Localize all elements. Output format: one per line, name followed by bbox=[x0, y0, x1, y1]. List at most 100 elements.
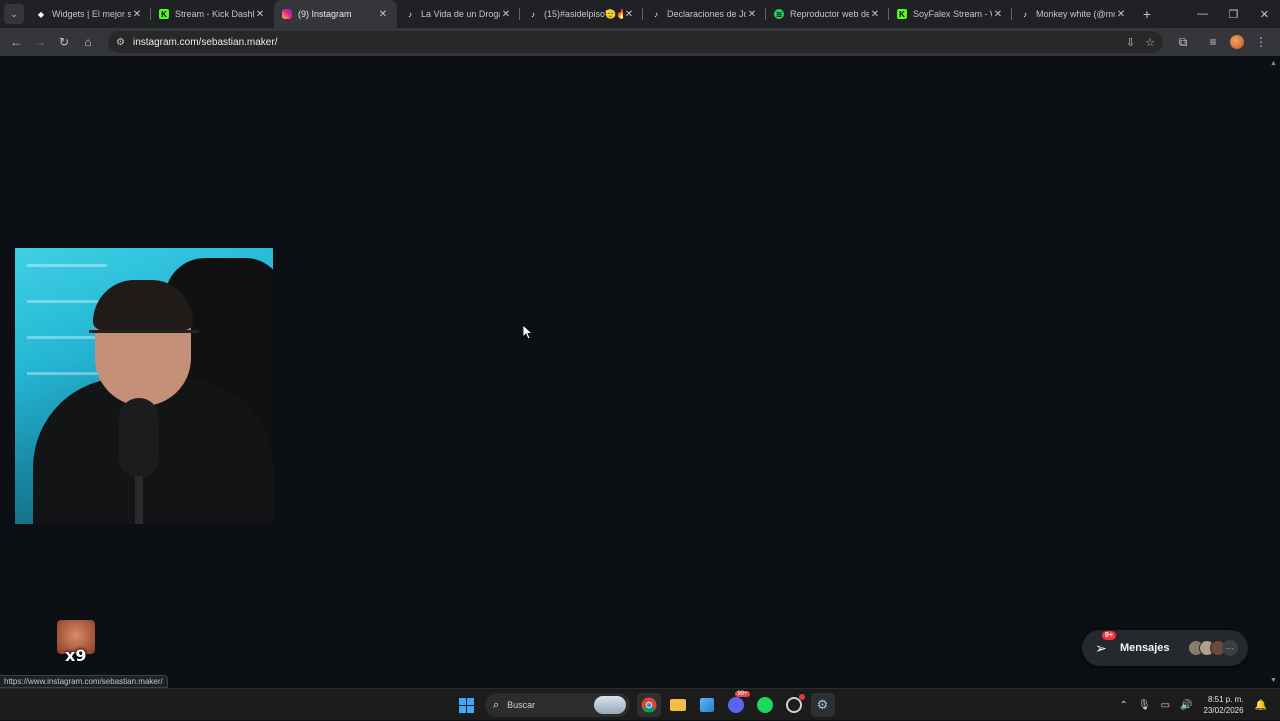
webcam-overlay bbox=[15, 248, 273, 524]
new-tab-button[interactable]: + bbox=[1137, 0, 1157, 28]
tab-instagram[interactable]: (9) Instagram ✕ bbox=[274, 0, 397, 28]
scroll-up-icon[interactable]: ▲ bbox=[1270, 60, 1277, 67]
status-bar-link: https://www.instagram.com/sebastian.make… bbox=[0, 675, 168, 688]
close-icon[interactable]: ✕ bbox=[1115, 9, 1127, 20]
tab-search-button[interactable]: ⌄ bbox=[4, 4, 24, 24]
search-icon: ⌕ bbox=[493, 699, 499, 712]
network-icon[interactable]: ▭ bbox=[1161, 700, 1170, 711]
address-bar[interactable]: ⚙ instagram.com/sebastian.maker/ ⇩ ☆ bbox=[108, 31, 1163, 53]
arrow-left-icon: ← bbox=[10, 35, 22, 49]
windows-taskbar: ⌕ Buscar 99+ bbox=[0, 688, 1280, 720]
volume-icon[interactable]: 🔊 bbox=[1180, 700, 1192, 711]
close-window-icon[interactable]: ✕ bbox=[1249, 0, 1280, 28]
notifications-icon[interactable]: 🔔 bbox=[1255, 700, 1267, 711]
queue-music-icon: ≡ bbox=[1209, 35, 1216, 49]
home-icon: ⌂ bbox=[84, 35, 91, 49]
forward-button[interactable]: → bbox=[28, 30, 52, 54]
discord-icon bbox=[728, 697, 744, 713]
back-button[interactable]: ← bbox=[4, 30, 28, 54]
tab-title: La Vida de un Drogad bbox=[421, 9, 500, 19]
microphone-icon[interactable]: 🎙 bbox=[1138, 700, 1151, 711]
reload-button[interactable]: ↻ bbox=[52, 30, 76, 54]
tab-kick-stream[interactable]: K SoyFalex Stream - W ✕ bbox=[889, 0, 1012, 28]
tab-tiktok-1[interactable]: ♪ La Vida de un Drogad ✕ bbox=[397, 0, 520, 28]
profile-button[interactable] bbox=[1225, 30, 1249, 54]
bookmark-star-icon[interactable]: ☆ bbox=[1145, 36, 1155, 49]
site-info-icon[interactable]: ⚙ bbox=[116, 37, 125, 48]
more-icon: ··· bbox=[1222, 640, 1238, 656]
close-icon[interactable]: ✕ bbox=[500, 9, 512, 20]
avatar bbox=[1230, 35, 1244, 49]
taskbar-search[interactable]: ⌕ Buscar bbox=[485, 693, 630, 717]
recording-dot-icon bbox=[799, 694, 805, 700]
tab-strip: ⌄ ◆ Widgets | El mejor so ✕ K Stream - K… bbox=[0, 0, 1280, 28]
close-icon[interactable]: ✕ bbox=[992, 9, 1004, 20]
weather-widget-icon bbox=[594, 696, 626, 714]
cursor-arrow-icon bbox=[523, 325, 533, 340]
tab-tiktok-3[interactable]: ♪ Declaraciones de Jos ✕ bbox=[643, 0, 766, 28]
tab-spotify[interactable]: ≋ Reproductor web de ✕ bbox=[766, 0, 889, 28]
close-icon[interactable]: ✕ bbox=[131, 9, 143, 20]
clock-date: 23/02/2026 bbox=[1204, 705, 1244, 716]
direct-message-icon: ➢ 9+ bbox=[1092, 639, 1110, 657]
close-icon[interactable]: ✕ bbox=[623, 9, 635, 20]
obs-taskbar-icon[interactable] bbox=[782, 693, 806, 717]
url-text[interactable]: instagram.com/sebastian.maker/ bbox=[133, 37, 1116, 48]
tab-kick-dashboard[interactable]: K Stream - Kick Dashbo ✕ bbox=[151, 0, 274, 28]
kick-icon: K bbox=[897, 9, 907, 19]
glasses bbox=[89, 330, 199, 348]
kebab-menu-icon: ⋮ bbox=[1255, 35, 1267, 49]
gear-icon: ⚙ bbox=[817, 697, 829, 713]
chrome-icon bbox=[641, 697, 657, 713]
start-button[interactable] bbox=[455, 693, 479, 717]
tiktok-icon: ♪ bbox=[651, 9, 661, 19]
home-button[interactable]: ⌂ bbox=[76, 30, 100, 54]
taskbar-apps: ⌕ Buscar 99+ bbox=[452, 693, 837, 717]
extensions-button[interactable]: ⧉ bbox=[1171, 30, 1195, 54]
scroll-down-icon[interactable]: ▼ bbox=[1270, 677, 1277, 684]
puzzle-icon: ⧉ bbox=[1179, 35, 1188, 50]
tab-tiktok-4[interactable]: ♪ Monkey white (@mo ✕ bbox=[1012, 0, 1135, 28]
clock[interactable]: 8:51 p. m. 23/02/2026 bbox=[1204, 694, 1244, 716]
tab-title: Monkey white (@mo bbox=[1036, 9, 1115, 19]
chrome-taskbar-icon[interactable] bbox=[637, 693, 661, 717]
tab-title: (9) Instagram bbox=[298, 9, 377, 19]
install-app-icon[interactable]: ⇩ bbox=[1126, 36, 1135, 49]
scrollbar[interactable]: ▲ ▼ bbox=[1268, 56, 1280, 688]
restore-icon[interactable]: ❐ bbox=[1218, 0, 1249, 28]
clock-time: 8:51 p. m. bbox=[1204, 694, 1244, 705]
close-icon[interactable]: ✕ bbox=[746, 9, 758, 20]
messages-label: Mensajes bbox=[1120, 642, 1170, 654]
obs-icon bbox=[786, 697, 802, 713]
tab-title: SoyFalex Stream - W bbox=[913, 9, 992, 19]
messages-badge: 9+ bbox=[1102, 631, 1116, 640]
instagram-icon bbox=[282, 9, 292, 19]
tab-title: Declaraciones de Jos bbox=[667, 9, 746, 19]
minimize-icon[interactable]: — bbox=[1187, 0, 1218, 28]
menu-button[interactable]: ⋮ bbox=[1249, 30, 1273, 54]
close-icon[interactable]: ✕ bbox=[869, 9, 881, 20]
spotify-taskbar-icon[interactable] bbox=[753, 693, 777, 717]
media-controls-button[interactable]: ≡ bbox=[1201, 30, 1225, 54]
close-icon[interactable]: ✕ bbox=[377, 9, 389, 20]
kick-icon: K bbox=[159, 9, 169, 19]
store-taskbar-icon[interactable] bbox=[695, 693, 719, 717]
settings-taskbar-icon[interactable]: ⚙ bbox=[811, 693, 835, 717]
tab-widgets[interactable]: ◆ Widgets | El mejor so ✕ bbox=[28, 0, 151, 28]
reload-icon: ↻ bbox=[59, 35, 69, 49]
tab-title: Reproductor web de bbox=[790, 9, 869, 19]
messages-widget[interactable]: ➢ 9+ Mensajes ··· bbox=[1082, 630, 1248, 666]
tab-title: (15)#asidelpiso🫡🔥 bbox=[544, 9, 623, 20]
tab-tiktok-2[interactable]: ♪ (15)#asidelpiso🫡🔥 ✕ bbox=[520, 0, 643, 28]
widgets-icon: ◆ bbox=[36, 9, 46, 19]
close-icon[interactable]: ✕ bbox=[254, 9, 266, 20]
plus-icon: + bbox=[1143, 6, 1151, 22]
chevron-up-icon[interactable]: ⌃ bbox=[1120, 700, 1128, 711]
browser-toolbar: ← → ↻ ⌂ ⚙ instagram.com/sebastian.maker/… bbox=[0, 28, 1280, 56]
file-explorer-taskbar-icon[interactable] bbox=[666, 693, 690, 717]
messages-avatars: ··· bbox=[1193, 640, 1238, 656]
tiktok-icon: ♪ bbox=[405, 9, 415, 19]
discord-taskbar-icon[interactable]: 99+ bbox=[724, 693, 748, 717]
folder-icon bbox=[670, 699, 686, 711]
window-controls: — ❐ ✕ bbox=[1187, 0, 1280, 28]
